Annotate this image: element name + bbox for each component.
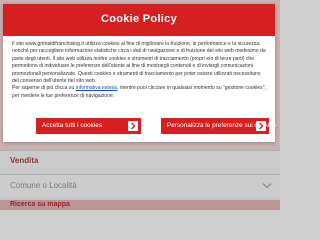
modal-title: Cookie Policy — [100, 13, 178, 25]
chevron-right-icon — [256, 121, 266, 131]
accept-button-label: Accetta tutti i cookies — [42, 122, 103, 129]
extended-policy-link[interactable]: informativa estesa — [76, 85, 117, 91]
more-info-text: Per saperne di più clicca su — [12, 85, 76, 92]
modal-header: Cookie Policy — [3, 4, 275, 36]
chevron-right-icon — [128, 121, 138, 131]
policy-paragraph: Il sito www.grimaldifranchising.it utili… — [12, 41, 266, 85]
customize-cookies-button[interactable]: Personalizza le preferenze sui cookies — [161, 118, 276, 134]
policy-more-info: Per saperne di più clicca su informativa… — [12, 85, 266, 100]
modal-actions: Accetta tutti i cookies Personalizza le … — [3, 118, 276, 134]
modal-body: Il sito www.grimaldifranchising.it utili… — [12, 41, 266, 100]
cookie-policy-modal: Cookie Policy Il sito www.grimaldifranch… — [3, 4, 276, 142]
accept-all-cookies-button[interactable]: Accetta tutti i cookies — [36, 118, 141, 134]
